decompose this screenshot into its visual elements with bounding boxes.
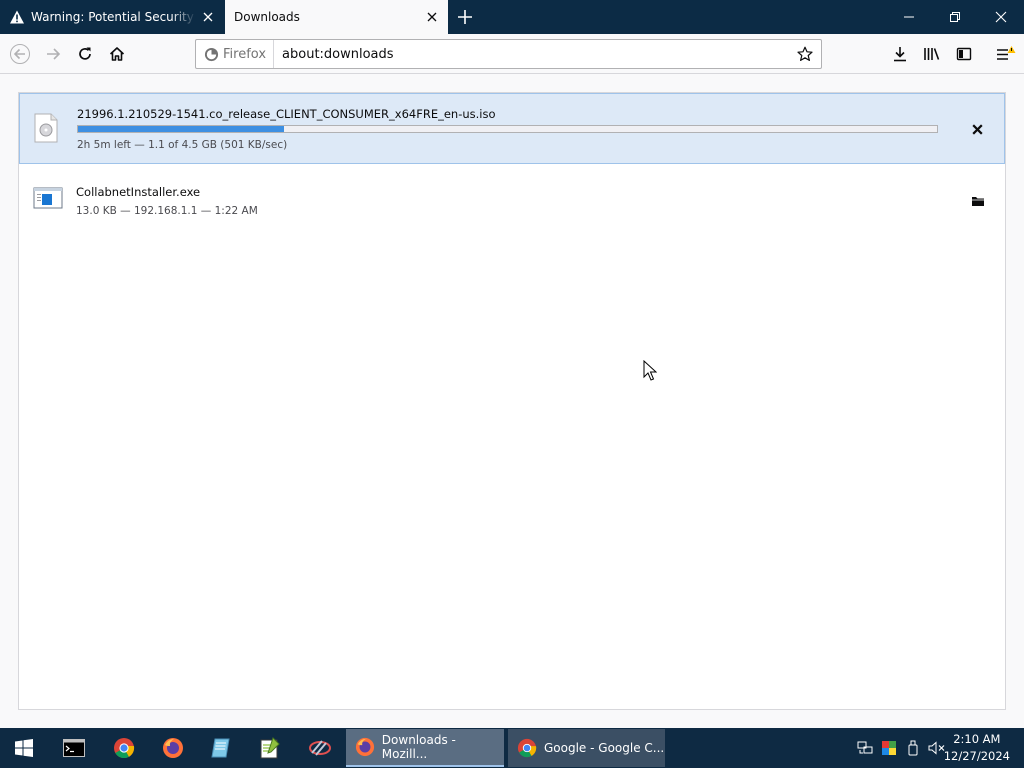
network-icon[interactable]	[855, 728, 875, 768]
download-filename: 21996.1.210529-1541.co_release_CLIENT_CO…	[77, 107, 496, 121]
forward-icon[interactable]	[41, 42, 65, 66]
firefox-icon[interactable]	[153, 732, 193, 764]
taskbar: Downloads - Mozill... Google - Google C.…	[0, 728, 1024, 768]
folder-icon[interactable]	[967, 190, 989, 212]
restore-icon[interactable]	[932, 0, 978, 34]
download-progress-bar	[77, 125, 938, 133]
identity-label: Firefox	[223, 46, 267, 62]
taskbar-app-label: Downloads - Mozill...	[381, 733, 456, 761]
taskbar-app-chrome[interactable]: Google - Google C...	[508, 729, 665, 767]
close-tab-icon[interactable]	[424, 9, 440, 25]
usb-device-icon[interactable]	[903, 728, 923, 768]
reload-icon[interactable]	[73, 42, 97, 66]
download-status: 13.0 KB — 192.168.1.1 — 1:22 AM	[76, 205, 258, 217]
taskbar-app-firefox[interactable]: Downloads - Mozill...	[346, 729, 504, 767]
new-tab-icon[interactable]	[456, 8, 474, 26]
close-window-icon[interactable]	[978, 0, 1024, 34]
firefox-icon	[354, 736, 376, 758]
exe-file-icon	[33, 186, 65, 218]
menu-icon[interactable]	[993, 42, 1017, 66]
chrome-icon[interactable]	[104, 732, 144, 764]
identity-box[interactable]: Firefox	[196, 40, 275, 68]
url-input[interactable]: about:downloads	[274, 47, 794, 62]
command-prompt-icon[interactable]	[54, 732, 94, 764]
clock-time: 2:10 AM	[953, 732, 1001, 746]
system-clock[interactable]: 2:10 AM 12/27/2024	[944, 731, 1010, 765]
tab-label: Downloads	[234, 10, 300, 24]
navigation-toolbar: Firefox about:downloads	[0, 34, 1024, 74]
cancel-icon[interactable]	[966, 118, 988, 140]
tab-label: Warning: Potential Security Risk Ahead	[31, 10, 196, 24]
disc-image-icon	[34, 113, 66, 145]
url-bar[interactable]: Firefox about:downloads	[195, 39, 822, 69]
taskbar-app-label: Google - Google C...	[544, 741, 665, 755]
download-item[interactable]: 21996.1.210529-1541.co_release_CLIENT_CO…	[19, 93, 1005, 164]
chrome-icon	[516, 737, 538, 759]
sidebar-icon[interactable]	[952, 42, 976, 66]
notepad-plus-plus-icon[interactable]	[250, 732, 290, 764]
windows-start-icon[interactable]	[4, 732, 44, 764]
mouse-cursor-icon	[643, 359, 658, 382]
back-icon[interactable]	[8, 42, 32, 66]
firefox-identity-icon	[204, 47, 219, 61]
clock-date: 12/27/2024	[943, 749, 1010, 763]
minimize-icon[interactable]	[886, 0, 932, 34]
bookmark-star-icon[interactable]	[794, 43, 816, 65]
color-app-icon[interactable]	[879, 728, 899, 768]
snipping-tool-icon[interactable]	[300, 732, 340, 764]
download-progress-fill	[78, 126, 285, 132]
download-status: 2h 5m left — 1.1 of 4.5 GB (501 KB/sec)	[77, 139, 288, 151]
tab-strip: Warning: Potential Security Risk Ahead D…	[0, 0, 1024, 34]
home-icon[interactable]	[105, 42, 129, 66]
close-tab-icon[interactable]	[200, 9, 216, 25]
download-filename: CollabnetInstaller.exe	[76, 185, 201, 199]
tab-security-warning[interactable]: Warning: Potential Security Risk Ahead	[0, 0, 224, 34]
library-icon[interactable]	[920, 42, 944, 66]
download-item[interactable]: CollabnetInstaller.exe 13.0 KB — 192.168…	[19, 176, 1005, 226]
downloads-list: 21996.1.210529-1541.co_release_CLIENT_CO…	[18, 92, 1006, 710]
warning-icon	[9, 9, 25, 25]
notepad-icon[interactable]	[201, 732, 241, 764]
tab-downloads[interactable]: Downloads	[225, 0, 448, 34]
downloads-icon[interactable]	[888, 42, 912, 66]
